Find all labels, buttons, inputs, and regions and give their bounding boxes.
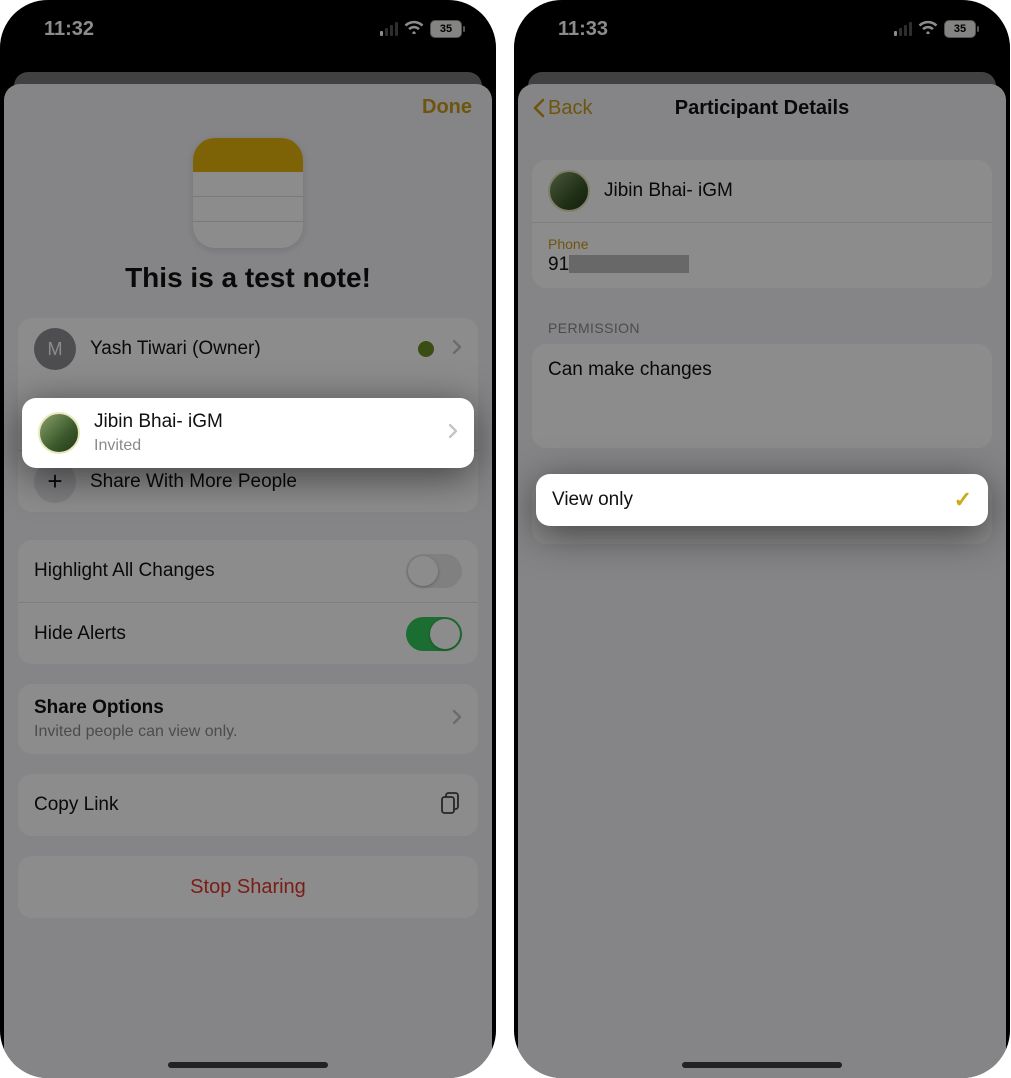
highlight-changes-toggle[interactable]	[406, 554, 462, 588]
permission-header: PERMISSION	[518, 320, 1006, 344]
permission-group: Can make changes .	[532, 344, 992, 448]
copy-link-row[interactable]: Copy Link	[18, 774, 478, 836]
participant-details-sheet: Back Participant Details Jibin Bhai- iGM…	[518, 84, 1006, 1078]
battery-icon: 35	[944, 20, 976, 38]
status-bar: 11:32 35	[0, 0, 496, 58]
hide-alerts-toggle[interactable]	[406, 617, 462, 651]
status-bar: 11:33 35	[514, 0, 1010, 58]
presence-dot-icon	[418, 341, 434, 357]
share-options-group: Share Options Invited people can view on…	[18, 684, 478, 754]
battery-icon: 35	[430, 20, 462, 38]
phone-row[interactable]: Phone 91	[532, 222, 992, 288]
participant-name: Jibin Bhai- iGM	[94, 411, 434, 433]
chevron-right-icon	[452, 709, 462, 730]
participant-name: Yash Tiwari (Owner)	[90, 338, 404, 360]
contact-group: Jibin Bhai- iGM Phone 91	[532, 160, 992, 288]
cellular-icon	[894, 22, 912, 36]
settings-group: Highlight All Changes Hide Alerts	[18, 540, 478, 664]
copy-icon	[440, 791, 462, 820]
wifi-icon	[404, 18, 424, 41]
phone-left: 11:32 35 Done This is a test note! M Yas…	[0, 0, 496, 1078]
participant-status: Invited	[94, 437, 434, 455]
avatar	[548, 170, 590, 212]
status-indicators: 35	[380, 18, 462, 41]
back-button[interactable]: Back	[532, 97, 592, 120]
permission-can-edit-row[interactable]: Can make changes	[532, 344, 992, 396]
share-options-row[interactable]: Share Options Invited people can view on…	[18, 684, 478, 754]
home-indicator	[168, 1062, 328, 1068]
permission-view-only-row-highlighted[interactable]: View only ✓	[536, 474, 988, 526]
phone-right: 11:33 35 Back Participant Details Jibin …	[514, 0, 1010, 1078]
avatar	[38, 412, 80, 454]
highlight-changes-row[interactable]: Highlight All Changes	[18, 540, 478, 602]
chevron-right-icon	[448, 423, 458, 444]
done-button[interactable]: Done	[422, 96, 472, 119]
status-time: 11:32	[44, 18, 94, 41]
stop-sharing-row[interactable]: Stop Sharing	[18, 856, 478, 918]
participant-row-owner[interactable]: M Yash Tiwari (Owner)	[18, 318, 478, 380]
note-title: This is a test note!	[4, 262, 492, 294]
status-time: 11:33	[558, 18, 608, 41]
chevron-right-icon	[452, 339, 462, 360]
wifi-icon	[918, 18, 938, 41]
status-indicators: 35	[894, 18, 976, 41]
checkmark-icon: ✓	[954, 487, 972, 513]
participant-row-highlighted[interactable]: Jibin Bhai- iGM Invited	[22, 398, 474, 468]
copy-link-group: Copy Link	[18, 774, 478, 836]
avatar: M	[34, 328, 76, 370]
phone-label: Phone	[548, 236, 976, 252]
home-indicator	[682, 1062, 842, 1068]
redacted-block	[569, 255, 689, 273]
notes-app-icon	[193, 138, 303, 248]
cellular-icon	[380, 22, 398, 36]
stop-sharing-group: Stop Sharing	[18, 856, 478, 918]
hide-alerts-row[interactable]: Hide Alerts	[18, 602, 478, 664]
phone-number: 91	[548, 254, 976, 276]
share-sheet: Done This is a test note! M Yash Tiwari …	[4, 84, 492, 1078]
participant-header-row: Jibin Bhai- iGM	[532, 160, 992, 222]
